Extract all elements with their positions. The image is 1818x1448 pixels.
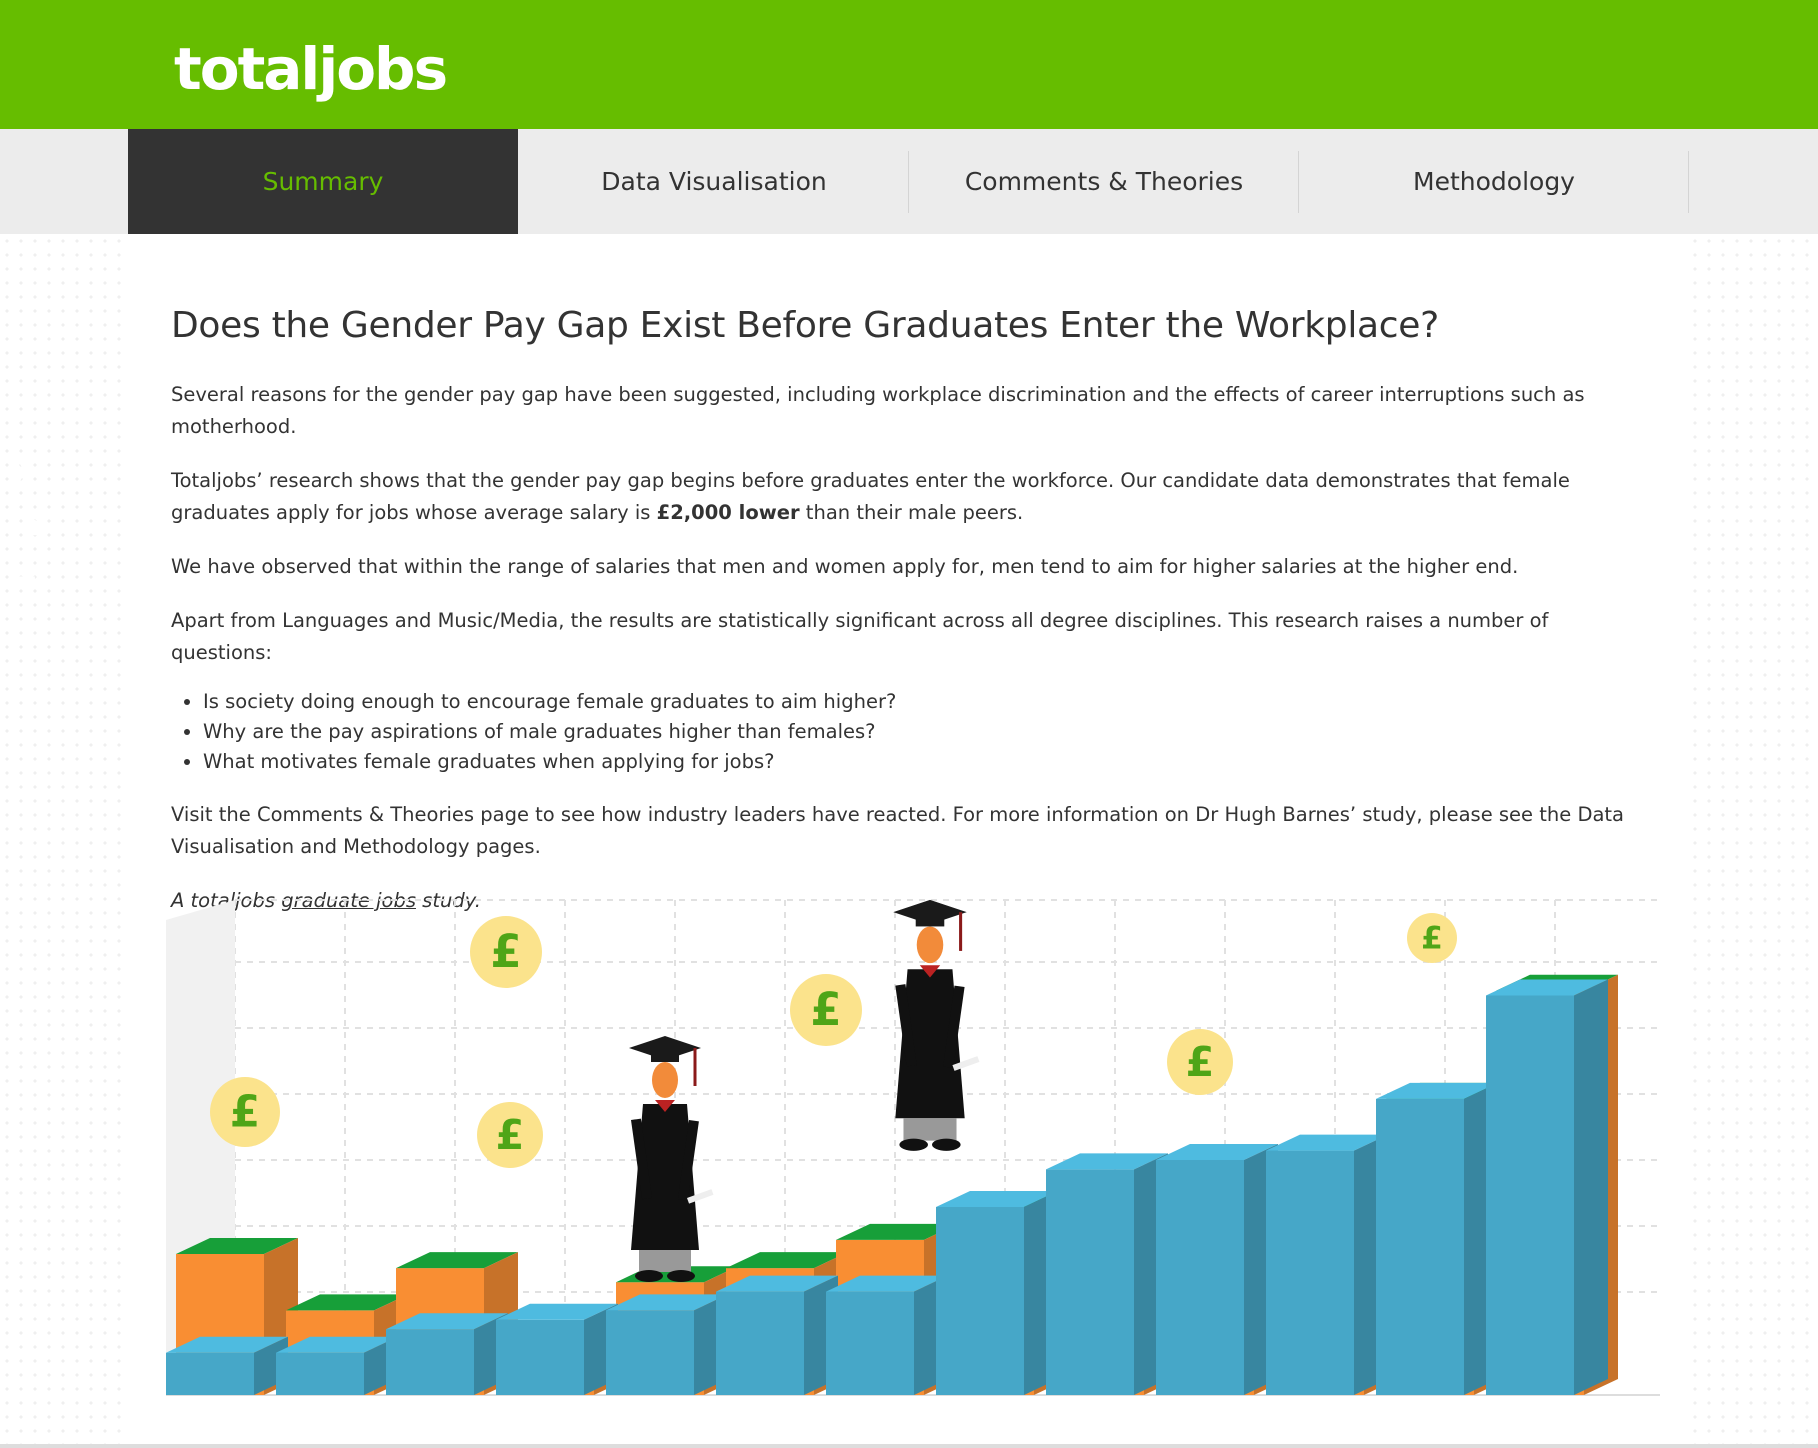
blue-bar [1046,1153,1168,1395]
linkedin-share-button[interactable]: in [0,500,51,551]
tab-data-visualisation[interactable]: Data Visualisation [519,129,909,234]
coin-symbol: £ [1421,921,1443,957]
paragraph-1: Several reasons for the gender pay gap h… [171,383,1585,438]
blue-bar-front [1156,1160,1244,1395]
tab-comments-theories[interactable]: Comments & Theories [909,129,1299,234]
header-bar: totaljobs [0,0,1818,129]
coin-symbol: £ [1186,1038,1215,1086]
more-share-button[interactable]: + [0,553,51,604]
coin-symbol: £ [490,925,521,978]
blue-bar-front [496,1319,584,1395]
pound-coin-icon: £ [477,1102,543,1168]
blue-bar-front [1486,995,1574,1395]
head [652,1062,678,1098]
totaljobs-logo[interactable]: totaljobs [174,34,448,104]
bars [166,974,1618,1395]
tab-methodology[interactable]: Methodology [1299,129,1689,234]
more-share-icon: + [12,561,39,596]
shoe [899,1138,928,1151]
paragraph-5: Visit the Comments & Theories page to se… [171,803,1625,858]
page-title: Does the Gender Pay Gap Exist Before Gra… [171,305,1439,346]
blue-bar-front [716,1291,804,1395]
blue-bar-front [276,1352,364,1395]
background-pattern [1688,234,1818,1444]
pound-coin-icon: £ [210,1077,280,1147]
blue-bar-front [166,1352,254,1395]
facebook-icon: f [19,400,32,438]
blue-bar [1376,1082,1498,1395]
tab-label: Data Visualisation [601,167,827,196]
highlight-amount: £2,000 lower [656,501,800,524]
pound-coin-icon: £ [1167,1029,1233,1095]
list-item: What motivates female graduates when app… [203,747,1651,777]
linkedin-icon: in [10,509,41,542]
blue-bar [1486,979,1608,1395]
blue-bar [1156,1144,1278,1395]
female-graduate-figure [629,1036,714,1282]
graduate-salary-illustration: £ £ £ £ £ £ [166,899,1660,1396]
questions-list: Is society doing enough to encourage fem… [171,687,1651,777]
coin-symbol: £ [496,1111,525,1159]
cap-base [651,1052,679,1062]
trousers [639,1250,691,1272]
page-bottom-border [0,1444,1818,1448]
blue-bar [936,1191,1058,1395]
tab-label: Comments & Theories [964,167,1244,196]
x-icon: X [15,455,36,490]
blue-bar [716,1275,838,1395]
blue-bar-side [1574,979,1608,1395]
coins: £ £ £ £ £ £ [210,913,1457,1168]
tab-label: Methodology [1413,167,1575,196]
blue-bar [1266,1134,1388,1395]
shoe [667,1270,695,1282]
coin-symbol: £ [230,1087,260,1138]
blue-bar [386,1313,508,1395]
facebook-share-button[interactable]: f [0,394,51,445]
blue-bar [826,1275,948,1395]
blue-bar [276,1336,398,1395]
paragraph-2: Totaljobs’ research shows that the gende… [171,469,1570,524]
shoe [932,1138,961,1151]
pound-coin-icon: £ [1407,913,1457,963]
x-share-button[interactable]: X [0,447,51,498]
blue-bar-front [606,1310,694,1395]
tab-label: Summary [262,167,384,196]
blue-bar-front [386,1329,474,1395]
article: Does the Gender Pay Gap Exist Before Gra… [171,300,1651,939]
blue-bar-front [936,1207,1024,1395]
shoe [635,1270,663,1282]
cap-base [915,916,945,927]
tab-navigation: Summary Data Visualisation Comments & Th… [0,129,1818,248]
blue-bar [166,1336,288,1395]
tab-summary[interactable]: Summary [128,129,518,248]
pound-coin-icon: £ [790,974,862,1046]
paragraph-4: Apart from Languages and Music/Media, th… [171,609,1549,664]
paragraph-3: We have observed that within the range o… [171,555,1519,578]
list-item: Is society doing enough to encourage fem… [203,687,1651,717]
trousers [903,1118,957,1141]
coin-symbol: £ [810,983,841,1036]
blue-bar-front [1046,1169,1134,1395]
pound-coin-icon: £ [470,916,542,988]
blue-bar-front [1376,1098,1464,1395]
head [916,926,944,964]
list-item: Why are the pay aspirations of male grad… [203,717,1651,747]
male-graduate-figure [893,899,980,1151]
blue-bar [606,1294,728,1395]
blue-bar-front [1266,1150,1354,1395]
blue-bar [496,1303,618,1395]
blue-bar-front [826,1291,914,1395]
